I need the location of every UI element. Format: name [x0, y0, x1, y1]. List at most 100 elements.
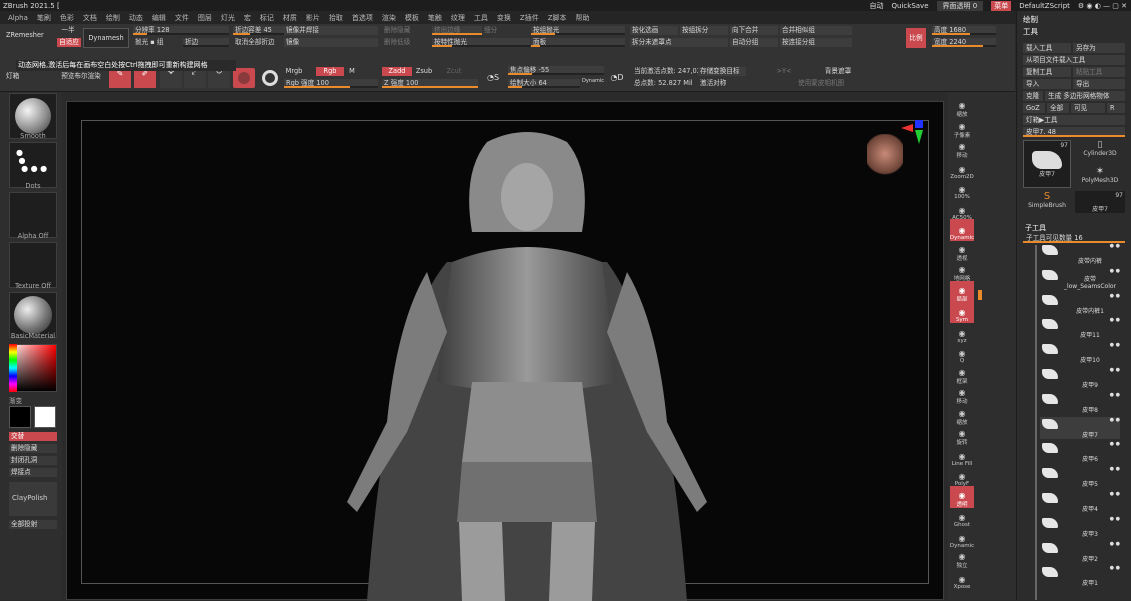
- rail-button[interactable]: ◉ Xpose: [950, 568, 974, 590]
- rail-button[interactable]: ◉ Zoom2D: [950, 158, 974, 180]
- visibility-toggle-icon[interactable]: ● ●: [1110, 491, 1120, 497]
- visibility-toggle-icon[interactable]: ● ●: [1110, 367, 1120, 373]
- save-as-button[interactable]: 另存为: [1073, 43, 1125, 53]
- adaptive-button[interactable]: 自适应: [57, 38, 81, 47]
- store-morph-button[interactable]: 存储变换目标: [698, 67, 746, 76]
- scroll-rail[interactable]: [976, 92, 1016, 600]
- visibility-toggle-icon[interactable]: ● ●: [1110, 243, 1120, 249]
- mirror-button[interactable]: 镜像: [284, 38, 378, 47]
- zadd-toggle[interactable]: Zadd: [382, 67, 412, 76]
- zremesher-button[interactable]: ZRemesher: [6, 31, 46, 40]
- subtool-item[interactable]: ● ● 皮带_low_SeamsColor: [1040, 268, 1120, 290]
- menu-item[interactable]: 文档: [83, 13, 97, 23]
- menu-item[interactable]: 渲染: [382, 13, 396, 23]
- xyz-axis-button[interactable]: >Y<: [776, 67, 792, 76]
- project-all-button[interactable]: 全部投射: [9, 520, 57, 529]
- draw-button[interactable]: ✐: [134, 68, 156, 88]
- blur-button[interactable]: 折边: [183, 38, 229, 47]
- rail-button[interactable]: ◉ 移动: [950, 383, 974, 405]
- visibility-toggle-icon[interactable]: ● ●: [1110, 516, 1120, 522]
- subtool-item[interactable]: ● ● 皮甲4: [1040, 491, 1120, 513]
- visible-button[interactable]: 可见: [1071, 103, 1105, 113]
- menu-item[interactable]: 拾取: [329, 13, 343, 23]
- draw-size-slider[interactable]: 绘制大小 64: [508, 79, 580, 88]
- menu-item[interactable]: Z脚本: [548, 13, 567, 23]
- visibility-toggle-icon[interactable]: ● ●: [1110, 342, 1120, 348]
- subtool-item[interactable]: ● ● 皮甲7: [1040, 416, 1120, 439]
- menu-item[interactable]: 纹理: [451, 13, 465, 23]
- subtool-item[interactable]: ● ● 皮带内裤1: [1040, 293, 1120, 315]
- hue-strip[interactable]: [9, 344, 17, 392]
- lightbox-tools-button[interactable]: 灯箱▶工具: [1023, 115, 1125, 125]
- width-slider[interactable]: 宽度 2240: [932, 38, 996, 47]
- optimize-button[interactable]: 按化选画: [630, 26, 678, 35]
- apply-morph-button[interactable]: 使用蒙皮相机图: [796, 79, 866, 88]
- rail-button[interactable]: ◉ AC50%: [950, 199, 974, 221]
- paste-tool-button[interactable]: 粘贴工具: [1073, 67, 1125, 77]
- mirror-weld-button[interactable]: 镜像并焊接: [284, 26, 378, 35]
- visibility-toggle-icon[interactable]: ● ●: [1110, 317, 1120, 323]
- subtool-scrollbar[interactable]: [1035, 245, 1037, 600]
- import-button[interactable]: 导入: [1023, 79, 1071, 89]
- rail-button[interactable]: ◉ 缩放: [950, 96, 974, 118]
- unfold-all-button[interactable]: 取消全部折边: [233, 38, 283, 47]
- rail-button[interactable]: ◉ 缩放: [950, 404, 974, 426]
- zsub-toggle[interactable]: Zsub: [414, 67, 434, 76]
- visibility-toggle-icon[interactable]: ● ●: [1110, 565, 1120, 571]
- rail-button[interactable]: ◉ 移动: [950, 137, 974, 159]
- move-mode-button[interactable]: ✥: [160, 68, 182, 88]
- visibility-toggle-icon[interactable]: ● ●: [1110, 417, 1120, 423]
- rgb-toggle[interactable]: Rgb: [316, 67, 344, 76]
- claypolish-button[interactable]: ClayPolish: [9, 482, 57, 516]
- menu-item[interactable]: 灯光: [221, 13, 235, 23]
- del-lower-button[interactable]: 删除低级: [382, 38, 430, 47]
- group-toggle[interactable]: 抛光 ▪ 组: [133, 38, 183, 47]
- visibility-toggle-icon[interactable]: ● ●: [1110, 392, 1120, 398]
- export-button[interactable]: 导出: [1073, 79, 1125, 89]
- merge-similar-button[interactable]: 合并相似组: [780, 26, 852, 35]
- all-button[interactable]: 全部: [1047, 103, 1069, 113]
- axis-gizmo[interactable]: [901, 120, 927, 150]
- zcut-toggle[interactable]: Zcut: [444, 67, 464, 76]
- split-unmasked-button[interactable]: 拆分未遮罩点: [630, 38, 728, 47]
- rail-button[interactable]: ◉ 透明: [950, 485, 974, 508]
- rail-button[interactable]: ◉ 旋转: [950, 424, 974, 446]
- tool-thumb-2[interactable]: ▯ Cylinder3D: [1075, 140, 1125, 164]
- rail-button[interactable]: ◉ xyz: [950, 322, 974, 344]
- menu-item[interactable]: 文件: [175, 13, 189, 23]
- weld-points-button[interactable]: 焊接点: [9, 468, 57, 477]
- subtool-item[interactable]: ● ● 皮甲8: [1040, 392, 1120, 414]
- s-button[interactable]: ◔S: [484, 68, 502, 88]
- rail-button[interactable]: ◉ PolyF: [950, 465, 974, 487]
- quicksave-button[interactable]: QuickSave: [892, 2, 929, 10]
- copy-tool-button[interactable]: 复制工具: [1023, 67, 1071, 77]
- rail-button[interactable]: ◉ Ghost: [950, 506, 974, 528]
- dynamic-button[interactable]: Dynamic: [582, 77, 604, 86]
- subtool-item[interactable]: ● ● 皮甲10: [1040, 342, 1120, 364]
- merge-down-button[interactable]: 向下合并: [730, 26, 778, 35]
- activate-sym-button[interactable]: 激活对称: [698, 79, 746, 88]
- auto-group-button[interactable]: 自动分组: [730, 38, 778, 47]
- rail-button[interactable]: ◉ 100%: [950, 178, 974, 200]
- rail-button[interactable]: ◉ Sym: [950, 301, 974, 323]
- transparency-slider[interactable]: 界面透明 0: [936, 0, 984, 11]
- bg-remesh-button[interactable]: 背景遮罩: [820, 67, 856, 76]
- facet-slider[interactable]: 面板: [531, 38, 625, 47]
- rail-button[interactable]: ◉ 独立: [950, 547, 974, 569]
- rail-button[interactable]: ◉ Line Fill: [950, 445, 974, 467]
- subtool-visible-count[interactable]: 子工具可见数量 16: [1023, 233, 1125, 243]
- rail-button[interactable]: ◉ 地网格: [950, 260, 974, 282]
- preview-bool-button[interactable]: 预览布尔渲染: [58, 72, 104, 81]
- dynamesh-button[interactable]: Dynamesh: [83, 28, 129, 48]
- polish-fixed-slider[interactable]: 按特性抛光: [432, 38, 530, 47]
- group-poly-button[interactable]: 按连接分组: [780, 38, 852, 47]
- visibility-toggle-icon[interactable]: ● ●: [1110, 441, 1120, 447]
- menu-item[interactable]: 工具: [474, 13, 488, 23]
- ratio-button[interactable]: 比例: [906, 28, 926, 48]
- menu-item[interactable]: 笔触: [428, 13, 442, 23]
- load-from-project-button[interactable]: 从项目文件载入工具: [1023, 55, 1125, 65]
- visibility-toggle-icon[interactable]: ● ●: [1110, 466, 1120, 472]
- switch-color-button[interactable]: 交替: [9, 432, 57, 441]
- menu-item[interactable]: 首选项: [352, 13, 373, 23]
- load-tool-button[interactable]: 载入工具: [1023, 43, 1071, 53]
